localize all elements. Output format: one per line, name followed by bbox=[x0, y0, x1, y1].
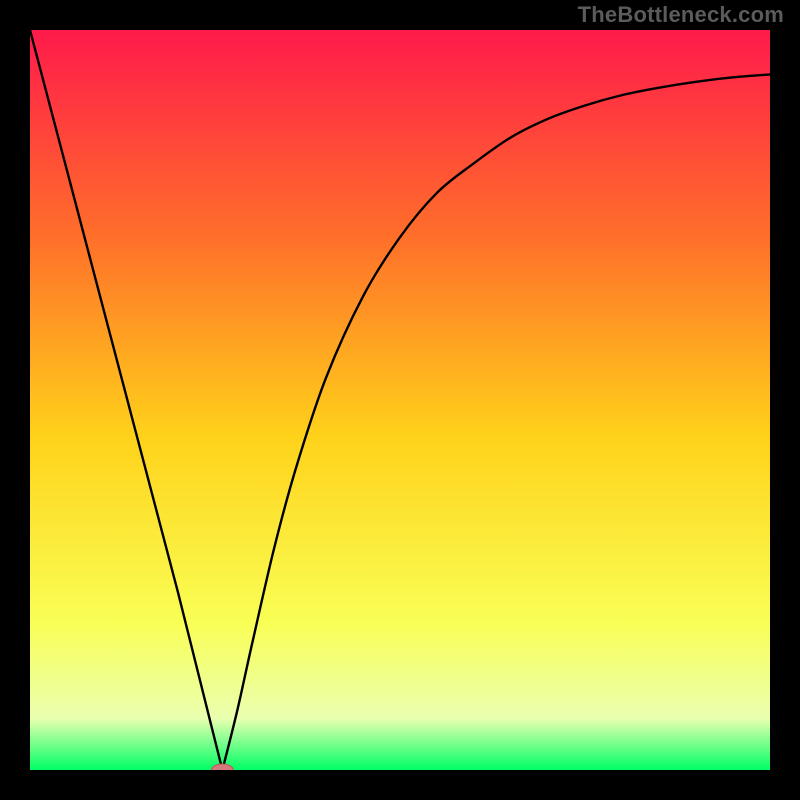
chart-frame: TheBottleneck.com bbox=[0, 0, 800, 800]
plot-area bbox=[30, 30, 770, 770]
chart-svg bbox=[30, 30, 770, 770]
watermark-text: TheBottleneck.com bbox=[578, 2, 784, 28]
gradient-background bbox=[30, 30, 770, 770]
